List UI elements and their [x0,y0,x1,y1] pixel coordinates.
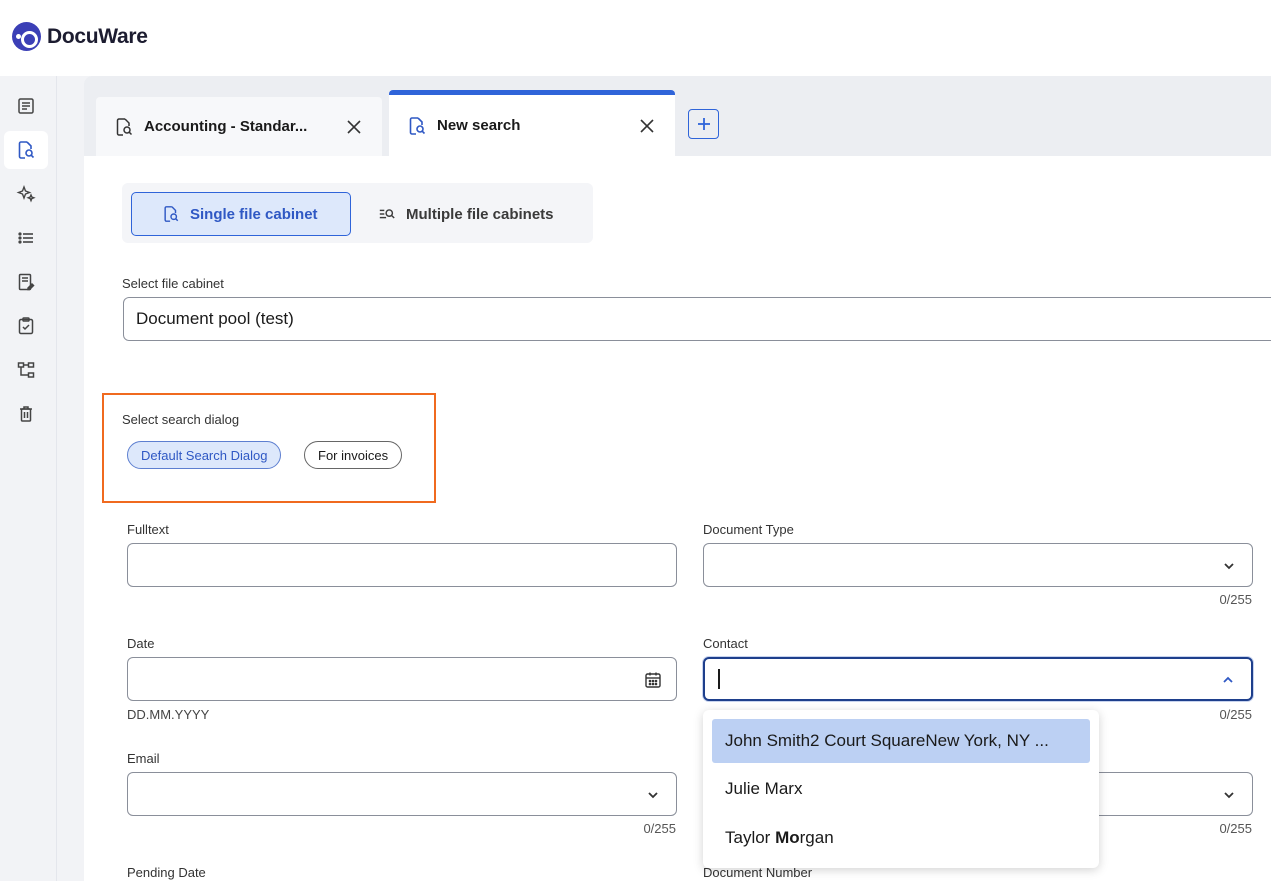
sidebar-item-ai[interactable] [4,175,48,213]
contact-label: Contact [703,636,748,651]
sidebar-item-tasks[interactable] [4,307,48,345]
sidebar-item-lists[interactable] [4,219,48,257]
email-select[interactable] [127,772,677,816]
file-cabinet-label: Select file cabinet [122,276,224,291]
document-search-icon [409,116,426,135]
chevron-down-icon [1224,792,1234,799]
file-cabinet-value: Document pool (test) [136,309,294,328]
list-icon [18,232,33,244]
plus-icon [697,118,710,130]
document-search-icon [164,206,179,222]
contact-counter: 0/255 [1219,707,1252,722]
workflow-icon [17,362,35,378]
close-icon[interactable] [639,118,655,134]
contact-option[interactable]: Taylor Mo rgan [712,816,1090,860]
docuware-logo[interactable]: DocuWare [12,22,148,51]
search-mode-toggle: Single file cabinet Multiple file cabine… [122,183,593,243]
contact-dropdown: John Smith2 Court SquareNew York, NY ...… [703,710,1099,868]
chip-default-search-dialog[interactable]: Default Search Dialog [127,441,282,469]
sidebar-item-workflows[interactable] [4,351,48,389]
sparkle-icon [16,185,36,203]
document-search-icon [116,117,133,136]
calendar-icon[interactable] [644,671,662,689]
contact-option-text-pre: Taylor [725,828,776,847]
clipboard-check-icon [18,317,34,335]
sidebar-item-documents[interactable] [4,87,48,125]
chevron-down-icon [648,792,658,799]
top-bar: DocuWare [0,0,1271,76]
trash-icon [20,406,32,422]
contact-option[interactable]: Julie Marx [712,767,1090,811]
tab-accounting[interactable]: Accounting - Standar... [96,97,382,156]
list-search-icon [379,209,395,219]
date-format-hint: DD.MM.YYYY [127,707,210,722]
tab-label: Accounting - Standar... [144,118,308,135]
search-dialog-label: Select search dialog [122,412,240,427]
fulltext-label: Fulltext [127,522,169,537]
single-file-cabinet-button[interactable]: Single file cabinet [131,192,351,236]
date-input[interactable] [127,657,677,701]
chevron-up-icon[interactable] [1219,671,1237,689]
multiple-file-cabinets-label: Multiple file cabinets [406,205,554,223]
text-caret [718,669,720,689]
email-counter: 0/255 [643,821,676,836]
document-list-icon [18,98,34,114]
date-label: Date [127,636,155,651]
chip-for-invoices[interactable]: For invoices [304,441,403,469]
contact-option[interactable]: John Smith2 Court SquareNew York, NY ... [712,719,1090,763]
pending-date-label: Pending Date [127,865,206,880]
document-type-label: Document Type [703,522,794,537]
sidebar [0,76,57,881]
sidebar-item-search[interactable] [4,131,48,169]
tab-new-search[interactable]: New search [389,90,675,156]
document-search-icon [18,141,35,159]
contact-option-match: Mo [775,828,800,847]
add-tab-button[interactable] [688,109,719,139]
document-type-select[interactable] [703,543,1253,587]
contact-input[interactable] [703,657,1253,701]
sidebar-item-trash[interactable] [4,395,48,433]
app-name: DocuWare [47,24,148,48]
document-type-counter: 0/255 [1219,592,1252,607]
file-cabinet-select[interactable]: Document pool (test) [123,297,1271,341]
tab-bar: Accounting - Standar... New search [84,76,1271,156]
main-panel: Accounting - Standar... New search Singl… [84,76,1271,881]
contact-option-text-post: rgan [799,828,834,847]
close-icon[interactable] [346,119,362,135]
docuware-logo-icon [12,22,41,51]
single-file-cabinet-label: Single file cabinet [190,205,318,223]
email-label: Email [127,751,160,766]
multiple-file-cabinets-button[interactable]: Multiple file cabinets [378,192,554,236]
chevron-down-icon [1224,563,1234,570]
right-field-counter: 0/255 [1219,821,1252,836]
document-edit-icon [18,273,35,291]
fulltext-input[interactable] [127,543,677,587]
sidebar-item-forms[interactable] [4,263,48,301]
tab-label: New search [437,117,521,134]
